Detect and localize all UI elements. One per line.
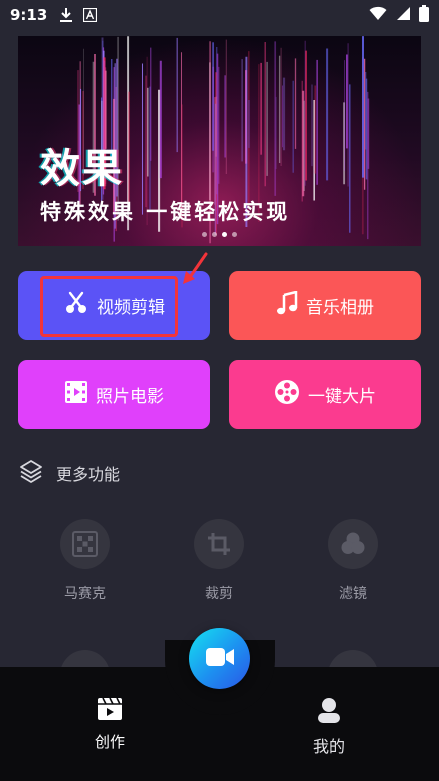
signal-icon (395, 6, 411, 25)
battery-icon (419, 4, 429, 26)
filter-label: 滤镜 (339, 586, 367, 602)
mosaic-label: 马赛克 (64, 586, 106, 602)
film-reel-icon (274, 379, 300, 410)
video-camera-icon (205, 646, 235, 672)
pagination-dot (232, 232, 237, 237)
status-time: 9:13 (10, 6, 48, 24)
filter-icon (328, 519, 378, 569)
banner-pagination (18, 232, 421, 237)
wifi-icon (369, 6, 387, 25)
one-key-movie-label: 一键大片 (308, 387, 376, 407)
crop-label: 裁剪 (205, 586, 233, 602)
one-key-movie-button[interactable]: 一键大片 (229, 360, 421, 429)
mosaic-icon (60, 519, 110, 569)
pagination-dot (212, 232, 217, 237)
record-video-button[interactable] (189, 628, 250, 689)
film-icon (64, 380, 88, 409)
banner-title: 效果 (40, 146, 124, 192)
music-album-label: 音乐相册 (306, 298, 374, 318)
photo-movie-label: 照片电影 (96, 387, 164, 407)
pagination-dot (222, 232, 227, 237)
arrow-indicator (183, 252, 208, 284)
clapperboard-icon (97, 697, 123, 725)
person-icon (316, 697, 342, 727)
download-icon (59, 7, 73, 23)
nav-mine-tab[interactable]: 我的 (279, 697, 379, 757)
pagination-dot (202, 232, 207, 237)
font-icon (83, 8, 98, 22)
video-edit-label: 视频剪辑 (97, 298, 165, 318)
scissors-icon (63, 290, 89, 321)
nav-create-label: 创作 (94, 733, 125, 751)
crop-feature[interactable]: 裁剪 (164, 519, 274, 603)
music-album-button[interactable]: 音乐相册 (229, 271, 421, 340)
filter-feature[interactable]: 滤镜 (298, 519, 408, 603)
more-features-header: 更多功能 (18, 458, 120, 488)
nav-mine-label: 我的 (312, 737, 345, 756)
crop-icon (194, 519, 244, 569)
layers-icon (18, 458, 44, 488)
banner-subtitle: 特殊效果 一键轻松实现 (40, 200, 291, 224)
music-note-icon (276, 290, 298, 320)
photo-movie-button[interactable]: 照片电影 (18, 360, 210, 429)
more-features-label: 更多功能 (56, 465, 121, 484)
mosaic-feature[interactable]: 马赛克 (30, 519, 140, 603)
promo-banner[interactable]: 效果 特殊效果 一键轻松实现 (18, 36, 421, 246)
nav-create-tab[interactable]: 创作 (60, 697, 160, 752)
status-bar: 9:13 (0, 0, 439, 30)
